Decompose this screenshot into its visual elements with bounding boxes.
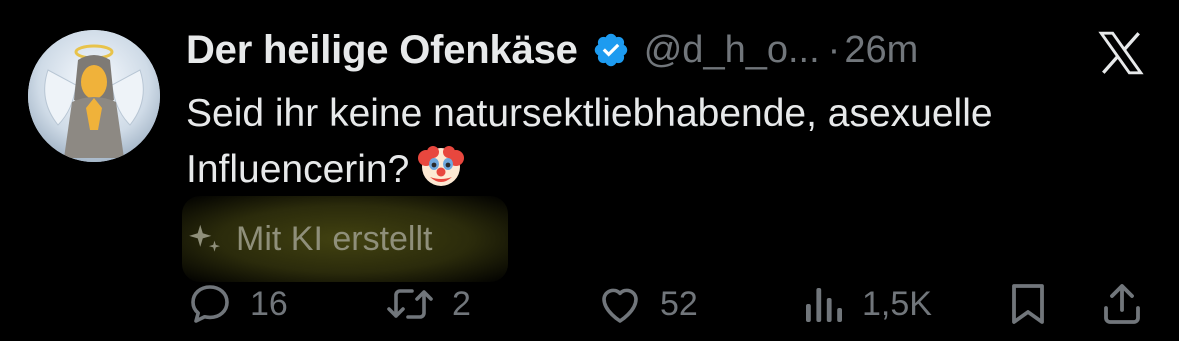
like-count: 52	[660, 284, 698, 323]
author-name[interactable]: Der heilige Ofenkäse	[186, 28, 578, 73]
retweet-button[interactable]: 2	[384, 278, 471, 330]
avatar[interactable]	[28, 30, 160, 162]
bookmark-button[interactable]	[1006, 278, 1050, 330]
like-icon	[602, 288, 638, 323]
clown-face-icon	[417, 142, 465, 190]
reply-button[interactable]: 16	[186, 278, 288, 330]
views-icon	[806, 288, 842, 322]
retweet-count: 2	[452, 284, 471, 323]
views-button[interactable]: 1,5K	[802, 278, 932, 330]
ai-label-text: Mit KI erstellt	[236, 219, 433, 258]
author-handle[interactable]: @d_h_o...	[644, 29, 820, 72]
views-count: 1,5K	[862, 284, 932, 323]
reply-count: 16	[250, 284, 288, 323]
ai-generated-label[interactable]: Mit KI erstellt	[182, 196, 508, 282]
like-button[interactable]: 52	[596, 278, 698, 330]
tweet-time[interactable]: 26m	[844, 29, 918, 72]
share-icon	[1104, 284, 1140, 324]
tweet-text: Seid ihr keine natursektliebhabende, ase…	[186, 86, 1136, 198]
sparkle-icon	[186, 220, 224, 258]
share-button[interactable]	[1098, 278, 1146, 330]
tweet-text-line-2-text: Influencerin?	[186, 148, 410, 191]
tweet-card[interactable]: Der heilige Ofenkäse @d_h_o... · 26m Sei…	[0, 0, 1179, 341]
retweet-icon	[387, 289, 433, 319]
verified-badge-icon	[592, 31, 630, 69]
tweet-text-line-2: Influencerin?	[186, 142, 1136, 198]
x-logo-icon[interactable]	[1094, 28, 1148, 78]
tweet-text-line-1: Seid ihr keine natursektliebhabende, ase…	[186, 92, 993, 135]
separator-dot: ·	[827, 28, 841, 71]
action-bar: 16 2 52 1,5K	[186, 278, 1146, 330]
bookmark-icon	[1012, 284, 1044, 324]
tweet-header: Der heilige Ofenkäse @d_h_o... · 26m	[186, 20, 918, 80]
reply-icon	[191, 285, 229, 323]
